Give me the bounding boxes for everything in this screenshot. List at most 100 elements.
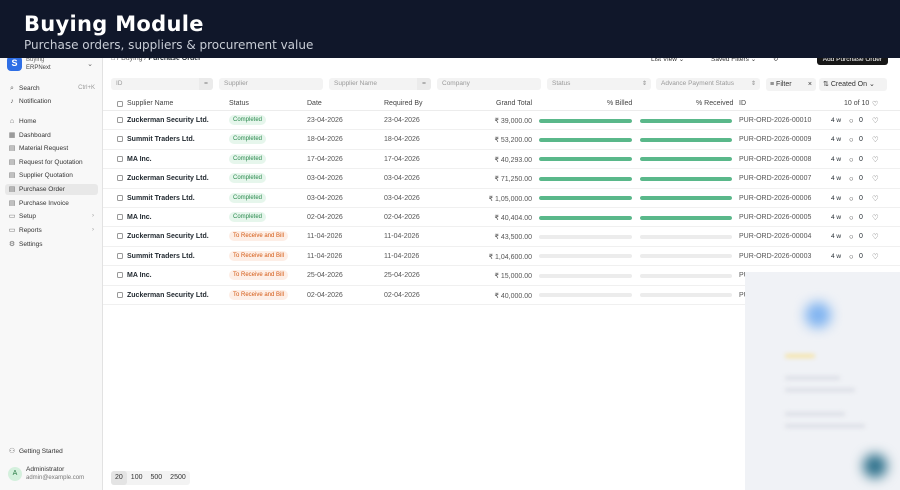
row-checkbox[interactable] [117,155,123,162]
document-icon: ▤ [8,172,16,179]
heart-icon[interactable]: ♡ [872,100,878,108]
id-filter[interactable]: ID = [111,78,213,90]
heart-icon[interactable]: ♡ [872,252,879,261]
supplier-name[interactable]: Zuckerman Security Ltd. [127,175,209,182]
page-size-option[interactable]: 500 [146,471,166,485]
sidebar-item-settings[interactable]: ⚙ Settings [5,239,98,250]
heart-icon[interactable]: ♡ [872,116,879,125]
supplier-name[interactable]: Zuckerman Security Ltd. [127,233,209,240]
supplier-name[interactable]: Summit Traders Ltd. [127,195,195,202]
col-billed: % Billed [607,100,633,107]
grand-total: ₹ 40,293.00 [494,156,532,164]
heart-icon[interactable]: ♡ [872,155,879,164]
row-checkbox[interactable] [117,291,123,298]
table-row[interactable]: MA Inc. Completed 17-04-2026 17-04-2026 … [103,150,900,170]
comment-icon[interactable]: ○ [849,252,854,261]
order-id[interactable]: PUR-ORD-2026-00007 [739,175,811,182]
sort-icon[interactable]: ⇅ [823,81,829,88]
supplier-name[interactable]: MA Inc. [127,156,152,163]
received-progress-fill [640,196,732,201]
page-size-option[interactable]: 20 [111,471,127,485]
col-grand-total: Grand Total [496,100,533,107]
sidebar-item-rfq[interactable]: ▤ Request for Quotation [5,157,98,168]
heart-icon[interactable]: ♡ [872,135,879,144]
status-badge: To Receive and Bill [229,231,289,242]
supplier-name[interactable]: MA Inc. [127,272,152,279]
page-size-option[interactable]: 100 [127,471,147,485]
order-id[interactable]: PUR-ORD-2026-00010 [739,117,811,124]
table-header: Supplier Name Status Date Required By Gr… [103,97,900,111]
comment-icon[interactable]: ○ [849,116,854,125]
heart-icon[interactable]: ♡ [872,194,879,203]
supplier-name[interactable]: Summit Traders Ltd. [127,136,195,143]
status-filter[interactable]: Status ⇕ [547,78,651,90]
equals-operator[interactable]: = [417,78,431,90]
table-row[interactable]: MA Inc. Completed 02-04-2026 02-04-2026 … [103,208,900,228]
filter-button[interactable]: ≡ Filter × [766,78,816,91]
row-checkbox[interactable] [117,272,123,279]
table-row[interactable]: Zuckerman Security Ltd. Completed 03-04-… [103,169,900,189]
sidebar-notification[interactable]: ♪ Notification [5,96,98,107]
blurred-line [785,412,845,416]
heart-icon[interactable]: ♡ [872,213,879,222]
order-id[interactable]: PUR-ORD-2026-00006 [739,195,811,202]
table-row[interactable]: Summit Traders Ltd. Completed 18-04-2026… [103,130,900,150]
order-id[interactable]: PUR-ORD-2026-00005 [739,214,811,221]
advance-payment-filter[interactable]: Advance Payment Status ⇕ [656,78,760,90]
sidebar-item-reports[interactable]: ▭ Reports › [5,225,98,236]
supplier-name[interactable]: Zuckerman Security Ltd. [127,117,209,124]
heart-icon[interactable]: ♡ [872,174,879,183]
document-icon: ▤ [8,145,16,152]
equals-operator[interactable]: = [199,78,213,90]
table-row[interactable]: Zuckerman Security Ltd. Completed 23-04-… [103,111,900,131]
page-size-option[interactable]: 2500 [166,471,190,485]
sidebar-item-purchase-order[interactable]: ▤ Purchase Order [5,184,98,195]
comment-icon[interactable]: ○ [849,213,854,222]
supplier-name-filter[interactable]: Supplier Name = [329,78,431,90]
table-row[interactable]: Zuckerman Security Ltd. To Receive and B… [103,227,900,247]
sidebar-item-purchase-invoice[interactable]: ▤ Purchase Invoice [5,198,98,209]
brand-switcher[interactable]: S Buying ERPNext ⌄ [7,56,97,74]
sidebar-item-home[interactable]: ⌂ Home [5,116,98,127]
sort-button[interactable]: ⇅ Created On ⌄ [819,78,887,91]
order-date: 11-04-2026 [307,233,343,241]
select-all-checkbox[interactable] [117,101,123,107]
heart-icon[interactable]: ♡ [872,232,879,241]
sidebar-item-supplier-quotation[interactable]: ▤ Supplier Quotation [5,170,98,181]
row-checkbox[interactable] [117,233,123,240]
comment-icon[interactable]: ○ [849,155,854,164]
chat-bubble-icon[interactable] [863,454,887,478]
avatar[interactable]: A [8,467,22,481]
table-row[interactable]: Summit Traders Ltd. Completed 03-04-2026… [103,189,900,208]
company-filter[interactable]: Company [437,78,541,90]
comment-icon[interactable]: ○ [849,174,854,183]
row-checkbox[interactable] [117,136,123,143]
row-checkbox[interactable] [117,194,123,201]
supplier-name[interactable]: MA Inc. [127,214,152,221]
row-checkbox[interactable] [117,117,123,123]
sidebar-getting-started[interactable]: ⚇ Getting Started [5,446,98,457]
modified-age: 4 w [831,136,842,144]
row-checkbox[interactable] [117,214,123,220]
order-id[interactable]: PUR-ORD-2026-00008 [739,156,811,163]
row-checkbox[interactable] [117,252,123,259]
billed-progress-fill [539,137,632,142]
sidebar-item-setup[interactable]: ▭ Setup › [5,211,98,222]
comment-icon[interactable]: ○ [849,194,854,203]
sidebar-item-material-request[interactable]: ▤ Material Request [5,143,98,154]
order-id[interactable]: PUR-ORD-2026-00004 [739,233,811,240]
order-id[interactable]: PUR-ORD-2026-00003 [739,253,811,260]
sidebar-search[interactable]: ⌕ Search Ctrl+K [5,83,98,94]
status-badge: Completed [229,173,267,184]
table-row[interactable]: Summit Traders Ltd. To Receive and Bill … [103,247,900,267]
supplier-filter[interactable]: Supplier [219,78,323,90]
comment-icon[interactable]: ○ [849,232,854,241]
comment-icon[interactable]: ○ [849,135,854,144]
close-icon[interactable]: × [808,78,812,91]
order-id[interactable]: PUR-ORD-2026-00009 [739,136,811,143]
supplier-name[interactable]: Summit Traders Ltd. [127,253,195,260]
sidebar-item-dashboard[interactable]: ▦ Dashboard [5,130,98,141]
supplier-name[interactable]: Zuckerman Security Ltd. [127,292,209,299]
comment-count: 0 [859,175,863,183]
row-checkbox[interactable] [117,175,123,182]
